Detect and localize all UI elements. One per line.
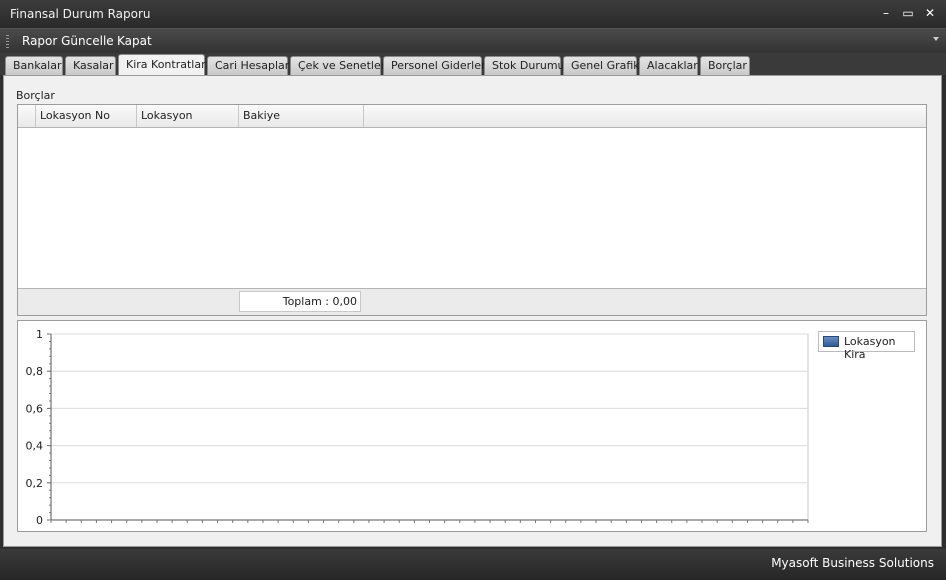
- tab-kasalar[interactable]: Kasalar: [65, 56, 116, 75]
- tab-stok-durumu[interactable]: Stok Durumu: [484, 56, 565, 75]
- title-bar: Finansal Durum Raporu – ▭ ✕: [0, 0, 946, 28]
- y-tick-label: 0,6: [26, 402, 44, 415]
- legend-label: Lokasyon Kira: [844, 335, 896, 361]
- y-tick-label: 0: [36, 514, 43, 527]
- grid-footer: Toplam : 0,00: [18, 288, 926, 315]
- tab-content-panel: Borçlar Lokasyon No Lokasyon Bakiye Topl…: [3, 75, 942, 547]
- window-controls: – ▭ ✕: [878, 5, 938, 21]
- tab-alacaklar[interactable]: Alacaklar: [639, 56, 698, 75]
- grid-header: Lokasyon No Lokasyon Bakiye: [18, 105, 926, 128]
- legend-swatch: [823, 336, 839, 347]
- row-indicator-header: [18, 105, 36, 127]
- tab-genel-grafik[interactable]: Genel Grafik: [563, 56, 640, 75]
- y-tick-label: 0,8: [26, 365, 44, 378]
- chart-panel: 0 0,2 0,4 0,6 0,8 1 Lokasyon Kira: [17, 320, 927, 532]
- tab-personel-giderleri[interactable]: Personel Giderleri: [383, 56, 489, 75]
- column-header-bakiye[interactable]: Bakiye: [239, 105, 364, 127]
- plot-area: [50, 333, 809, 521]
- y-tick-label: 1: [36, 328, 43, 341]
- column-header-lokasyon-no[interactable]: Lokasyon No: [36, 105, 137, 127]
- group-title: Borçlar: [16, 89, 55, 102]
- tab-cari-hesaplar[interactable]: Cari Hesaplar: [207, 56, 289, 75]
- company-name: Myasoft Business Solutions: [771, 556, 934, 570]
- toolbar: Rapor Güncelle Kapat: [0, 28, 946, 53]
- tab-strip: Bankalar Kasalar Kira Kontratları Cari H…: [0, 53, 946, 75]
- tab-kira-kontratlari[interactable]: Kira Kontratları: [118, 54, 209, 75]
- y-tick-label: 0,2: [26, 477, 44, 490]
- column-header-lokasyon[interactable]: Lokasyon: [137, 105, 239, 127]
- status-bar: Myasoft Business Solutions: [0, 549, 946, 580]
- minimize-button[interactable]: –: [878, 5, 894, 21]
- tab-bankalar[interactable]: Bankalar: [5, 56, 63, 75]
- maximize-button[interactable]: ▭: [900, 5, 916, 21]
- close-button[interactable]: ✕: [922, 5, 938, 21]
- refresh-report-button[interactable]: Rapor Güncelle: [22, 34, 114, 48]
- chevron-down-icon[interactable]: [933, 37, 939, 41]
- y-tick-label: 0,4: [26, 440, 44, 453]
- chart-legend: Lokasyon Kira: [818, 331, 915, 361]
- total-summary: Toplam : 0,00: [239, 291, 361, 312]
- close-report-button[interactable]: Kapat: [117, 34, 152, 48]
- data-grid[interactable]: Lokasyon No Lokasyon Bakiye Toplam : 0,0…: [17, 104, 927, 316]
- tab-cek-ve-senetler[interactable]: Çek ve Senetler: [290, 56, 385, 75]
- toolbar-grip-icon[interactable]: [6, 35, 9, 49]
- tab-borclar[interactable]: Borçlar: [700, 56, 750, 75]
- window-title: Finansal Durum Raporu: [10, 7, 151, 21]
- chart-plot: 0 0,2 0,4 0,6 0,8 1: [26, 328, 809, 527]
